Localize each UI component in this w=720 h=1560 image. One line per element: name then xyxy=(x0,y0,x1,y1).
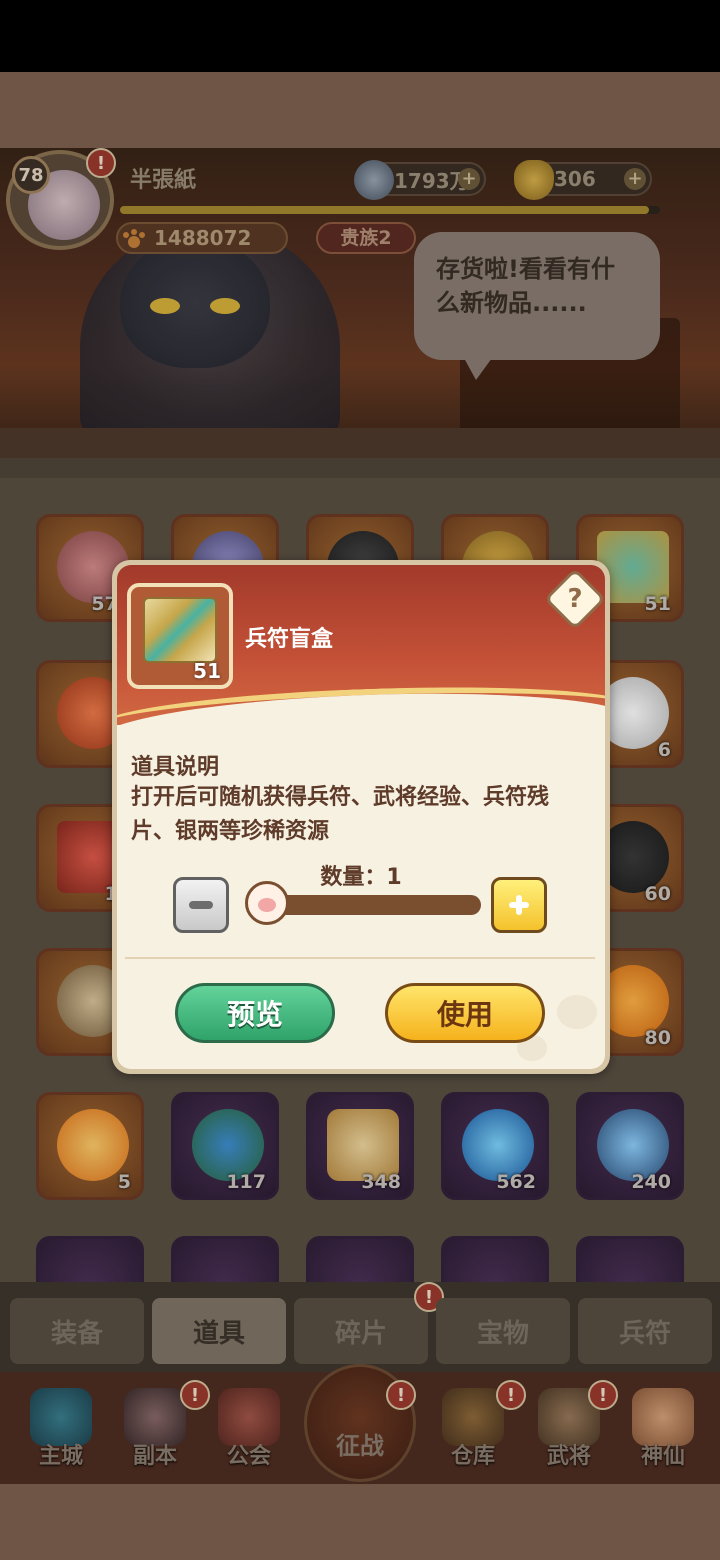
status-bar xyxy=(0,0,720,72)
divider xyxy=(125,957,595,959)
chest-icon xyxy=(143,597,217,663)
description-text: 打开后可随机获得兵符、武将经验、兵符残片、银两等珍稀资源 xyxy=(131,785,550,844)
item-name: 兵符盲盒 xyxy=(245,627,334,652)
use-button[interactable]: 使用 xyxy=(385,983,545,1043)
slider-paw-handle[interactable] xyxy=(245,881,289,925)
question-icon: ? xyxy=(567,584,583,614)
decrease-button[interactable] xyxy=(173,877,229,933)
plus-icon-bar xyxy=(516,895,522,915)
bottom-band xyxy=(0,1484,720,1560)
paw-decoration-icon xyxy=(557,995,597,1029)
quantity-slider[interactable] xyxy=(257,895,481,915)
increase-button[interactable] xyxy=(491,877,547,933)
item-count: 51 xyxy=(193,659,221,683)
preview-button[interactable]: 预览 xyxy=(175,983,335,1043)
minus-icon xyxy=(189,901,213,909)
item-dialog: 51 兵符盲盒 ? 道具说明 打开后可随机获得兵符、武将经验、兵符残片、银两等珍… xyxy=(112,560,610,1074)
description-title: 道具说明 xyxy=(131,755,220,780)
dialog-body: 51 兵符盲盒 ? 道具说明 打开后可随机获得兵符、武将经验、兵符残片、银两等珍… xyxy=(117,565,605,1069)
item-icon-frame: 51 xyxy=(127,583,233,689)
top-band xyxy=(0,72,720,148)
